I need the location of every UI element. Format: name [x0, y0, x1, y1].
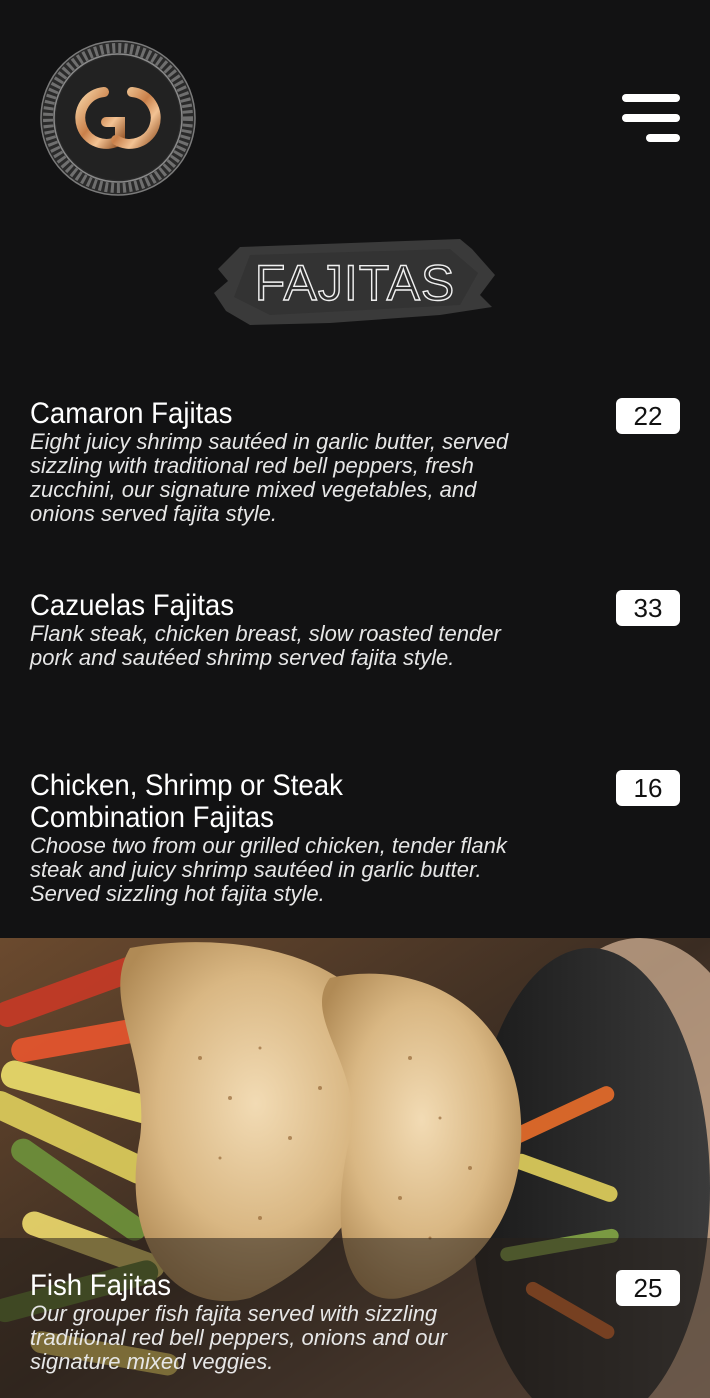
- menu-item-camaron-fajitas[interactable]: Camaron Fajitas Eight juicy shrimp sauté…: [30, 398, 680, 526]
- item-name: Chicken, Shrimp or Steak Combination Faj…: [30, 769, 343, 834]
- item-description: Flank steak, chicken breast, slow roaste…: [30, 621, 501, 670]
- item-description: Eight juicy shrimp sautéed in garlic but…: [30, 429, 509, 526]
- menu-page: FAJITAS Camaron Fajitas Eight juicy shri…: [0, 0, 710, 1398]
- section-title-text: FAJITAS: [254, 254, 456, 311]
- menu-item-fish-fajitas[interactable]: Fish Fajitas Our grouper fish fajita ser…: [30, 1270, 680, 1374]
- price-badge: 16: [616, 770, 680, 806]
- hamburger-menu-icon[interactable]: [618, 90, 680, 146]
- item-name: Cazuelas Fajitas: [30, 589, 235, 622]
- item-name: Camaron Fajitas: [30, 397, 233, 430]
- menu-item-combination-fajitas[interactable]: Chicken, Shrimp or Steak Combination Faj…: [30, 770, 680, 906]
- item-description: Choose two from our grilled chicken, ten…: [30, 833, 507, 906]
- section-title: FAJITAS: [210, 235, 500, 331]
- menu-line: [622, 114, 680, 122]
- price-badge: 25: [616, 1270, 680, 1306]
- item-description: Our grouper fish fajita served with sizz…: [30, 1301, 448, 1374]
- price-badge: 33: [616, 590, 680, 626]
- menu-line: [646, 134, 680, 142]
- item-name: Fish Fajitas: [30, 1269, 172, 1302]
- gg-emblem-logo[interactable]: [40, 40, 196, 196]
- menu-line: [622, 94, 680, 102]
- price-badge: 22: [616, 398, 680, 434]
- menu-item-cazuelas-fajitas[interactable]: Cazuelas Fajitas Flank steak, chicken br…: [30, 590, 680, 670]
